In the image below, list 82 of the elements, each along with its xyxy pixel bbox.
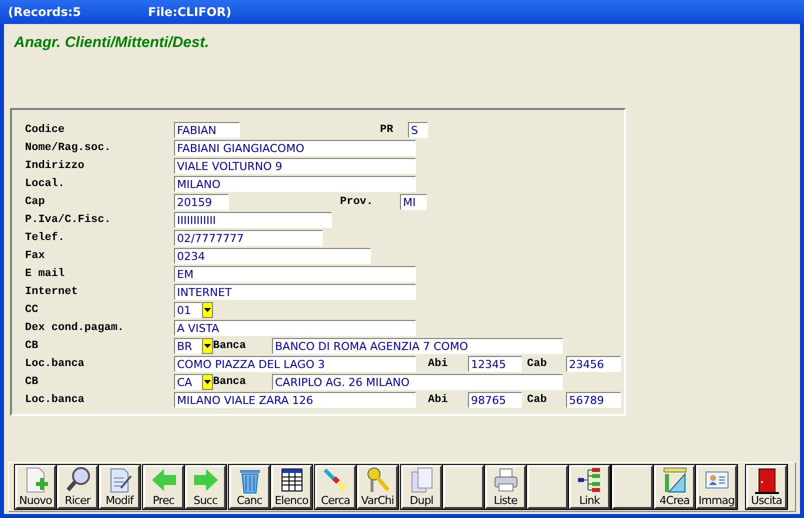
toolbar-button[interactable]: Canc xyxy=(229,465,270,509)
dropdown-button[interactable] xyxy=(202,338,213,354)
toolbar-button[interactable]: Liste xyxy=(485,465,526,509)
dropdown-button[interactable] xyxy=(202,374,213,390)
blank-button[interactable] xyxy=(612,465,653,509)
magnifier-icon xyxy=(64,466,92,494)
combo-field[interactable]: CA xyxy=(174,374,202,390)
toolbar-button[interactable]: Modif xyxy=(99,465,140,509)
toolbar-button[interactable]: Dupl xyxy=(401,465,442,509)
ruler-triangle-icon xyxy=(660,466,688,494)
field-label: Nome/Rag.soc. xyxy=(25,142,112,154)
caret-icon xyxy=(204,344,211,348)
input-field[interactable]: 02/7777777 xyxy=(174,230,323,246)
field-label: CC xyxy=(25,304,40,316)
combo-field[interactable]: 01 xyxy=(174,302,202,318)
toolbar-button[interactable]: Nuovo xyxy=(15,465,56,509)
field-label: Cap xyxy=(25,196,46,208)
field-label: Local. xyxy=(25,178,66,190)
flashlight-icon xyxy=(322,466,350,494)
field-label: E mail xyxy=(25,268,66,280)
input-field[interactable]: 23456 xyxy=(566,356,621,372)
input-field[interactable]: 20159 xyxy=(174,194,229,210)
toolbar-button[interactable]: Ricer xyxy=(57,465,98,509)
field-label: Loc.banca xyxy=(25,358,86,370)
input-field[interactable]: FABIANI GIANGIACOMO xyxy=(174,140,416,156)
field-label: CB xyxy=(25,340,40,352)
input-field[interactable]: S xyxy=(408,122,428,138)
caret-icon xyxy=(204,308,211,312)
toolbar-button[interactable]: 4Crea xyxy=(654,465,695,509)
field-label: CB xyxy=(25,376,40,388)
toolbar-button[interactable]: Succ xyxy=(185,465,226,509)
field-label: Banca xyxy=(213,340,248,352)
blank-button[interactable] xyxy=(527,465,568,509)
input-field[interactable]: INTERNET xyxy=(174,284,416,300)
field-label: Telef. xyxy=(25,232,66,244)
window-title: File:CLIFOR) xyxy=(148,5,232,19)
input-field[interactable]: CARIPLO AG. 26 MILANO xyxy=(272,374,563,390)
left-arrow-icon xyxy=(150,466,178,494)
field-label: Internet xyxy=(25,286,79,298)
field-label: Abi xyxy=(428,358,449,370)
door-icon xyxy=(752,466,780,494)
blank-button[interactable] xyxy=(443,465,484,509)
right-arrow-icon xyxy=(192,466,220,494)
form-heading: Anagr. Clienti/Mittenti/Dest. xyxy=(14,34,210,52)
field-label: PR xyxy=(380,124,394,136)
input-field[interactable]: MILANO VIALE ZARA 126 xyxy=(174,392,416,408)
input-field[interactable]: EM xyxy=(174,266,416,282)
dropdown-button[interactable] xyxy=(202,302,213,318)
field-label: Indirizzo xyxy=(25,160,86,172)
field-label: Fax xyxy=(25,250,46,262)
input-field[interactable]: A VISTA xyxy=(174,320,416,336)
input-field[interactable]: 12345 xyxy=(468,356,522,372)
field-label: Codice xyxy=(25,124,66,136)
combo-field[interactable]: BR xyxy=(174,338,202,354)
input-field[interactable]: COMO PIAZZA DEL LAGO 3 xyxy=(174,356,416,372)
toolbar-button[interactable]: Elenco xyxy=(271,465,312,509)
field-label: Banca xyxy=(213,376,248,388)
printer-icon xyxy=(492,466,520,494)
field-label: Dex cond.pagam. xyxy=(25,322,126,334)
input-field[interactable]: 98765 xyxy=(468,392,522,408)
field-label: Cab xyxy=(527,358,548,370)
toolbar-button[interactable]: VarChi xyxy=(357,465,398,509)
input-field[interactable]: 56789 xyxy=(566,392,621,408)
field-label: Loc.banca xyxy=(25,394,86,406)
toolbar-button[interactable]: Uscita xyxy=(746,465,787,509)
field-label: P.Iva/C.Fisc. xyxy=(25,214,112,226)
toolbar-button[interactable]: Cerca xyxy=(315,465,356,509)
toolbar-button[interactable]: Prec xyxy=(143,465,184,509)
input-field[interactable]: BANCO DI ROMA AGENZIA 7 COMO xyxy=(272,338,563,354)
input-field[interactable]: 0234 xyxy=(174,248,371,264)
input-field[interactable]: MI xyxy=(400,194,427,210)
caret-icon xyxy=(204,380,211,384)
window-title: (Records:5 xyxy=(8,5,82,19)
toolbar-button[interactable]: Link xyxy=(569,465,610,509)
field-label: Abi xyxy=(428,394,449,406)
field-label: Cab xyxy=(527,394,548,406)
input-field[interactable]: VIALE VOLTURNO 9 xyxy=(174,158,416,174)
toolbar-button[interactable]: Immag xyxy=(696,465,737,509)
field-label: Prov. xyxy=(340,196,374,208)
input-field[interactable]: IIIIIIIIIIII xyxy=(174,212,332,228)
input-field[interactable]: MILANO xyxy=(174,176,416,192)
input-field[interactable]: FABIAN xyxy=(174,122,240,138)
